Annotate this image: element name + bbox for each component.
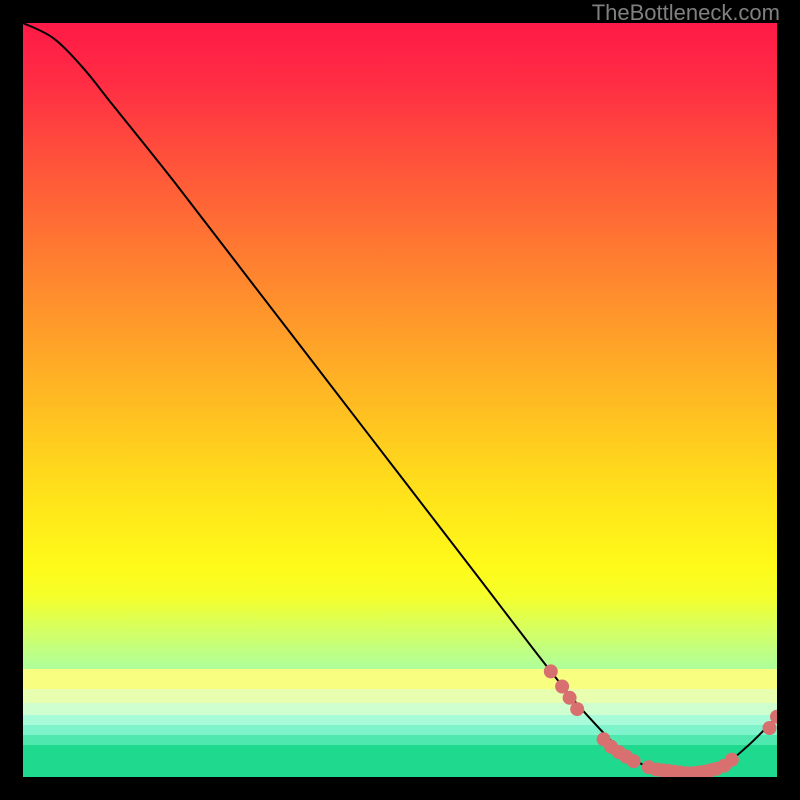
data-point xyxy=(725,753,739,767)
data-point xyxy=(627,754,641,768)
data-point xyxy=(570,702,584,716)
curve-line xyxy=(23,23,777,773)
chart-container: TheBottleneck.com xyxy=(0,0,800,800)
data-point xyxy=(544,664,558,678)
chart-svg xyxy=(23,23,777,777)
watermark-text: TheBottleneck.com xyxy=(592,0,780,26)
band-6 xyxy=(23,687,777,703)
band-5 xyxy=(23,701,777,715)
band-7 xyxy=(23,669,777,689)
main-curve xyxy=(23,23,777,773)
